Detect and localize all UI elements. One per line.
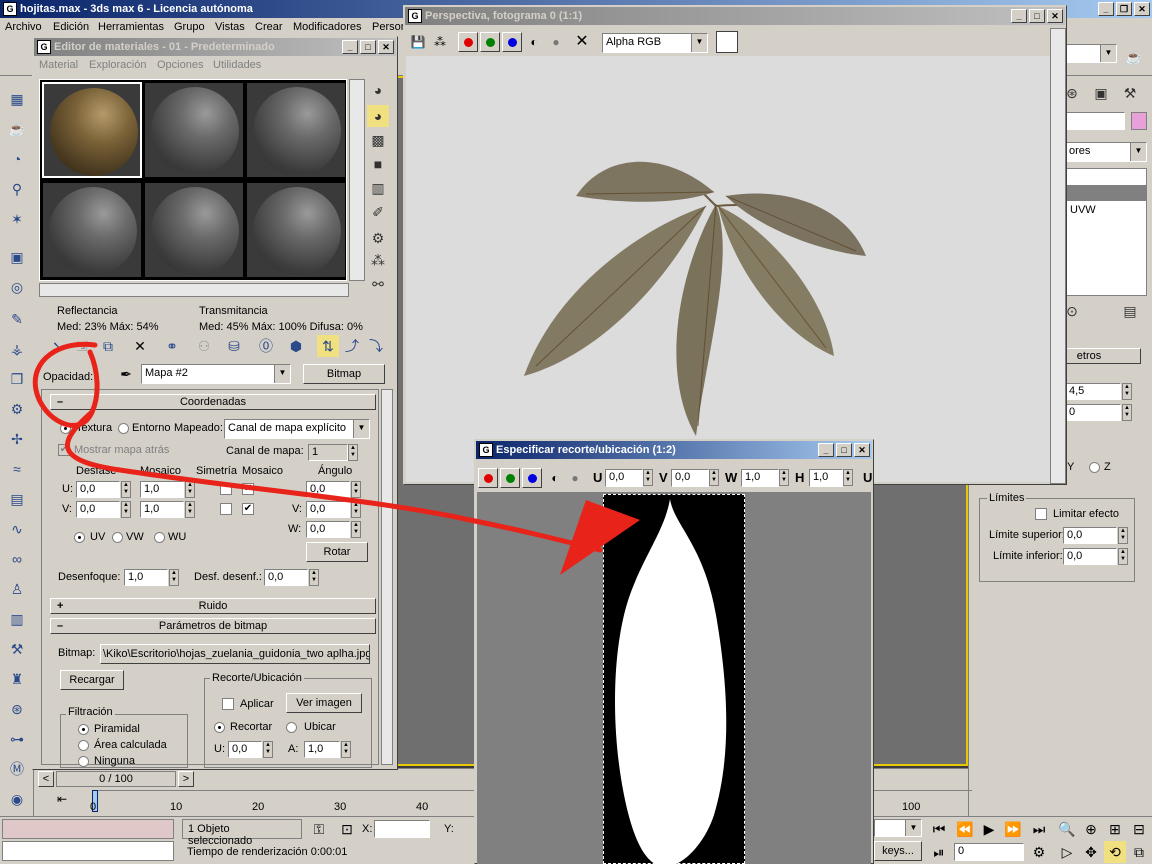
annotation-overlay	[32, 341, 640, 575]
annotation-arrowhead	[560, 500, 640, 575]
annotation-arrow-line	[65, 409, 603, 553]
